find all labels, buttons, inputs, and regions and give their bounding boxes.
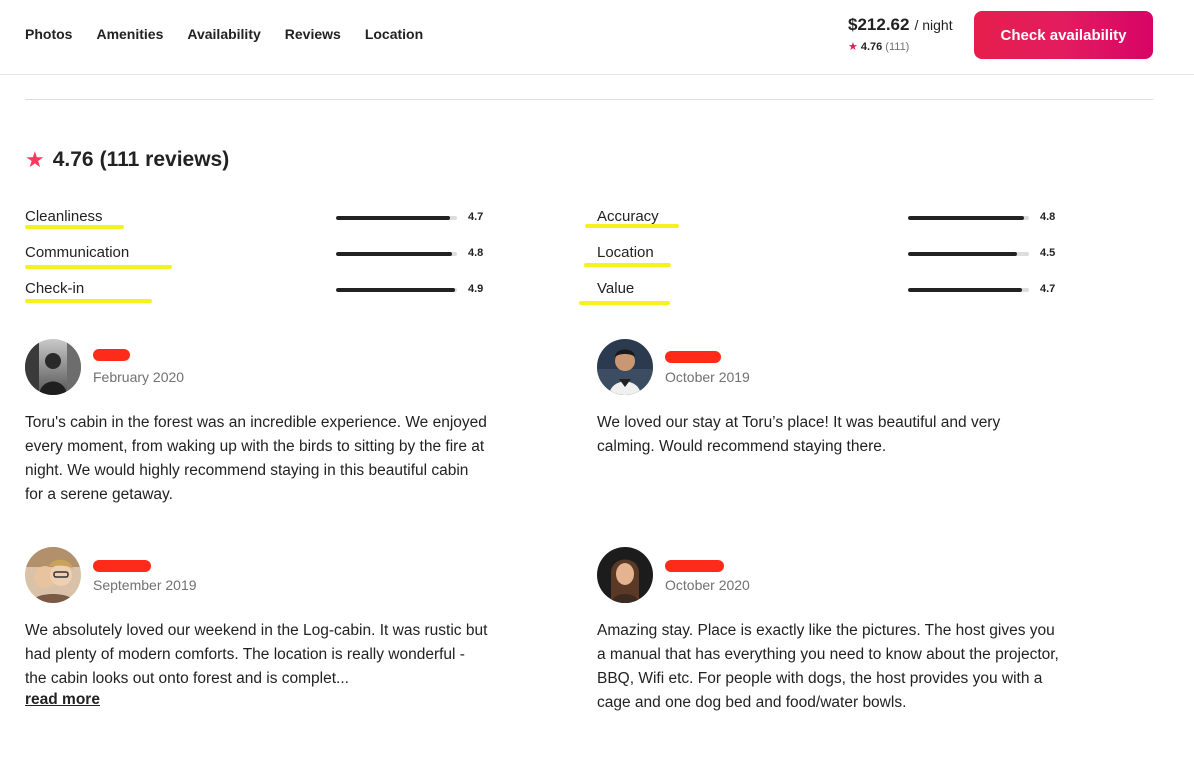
category-label: Communication bbox=[25, 244, 130, 261]
highlight-underline bbox=[585, 224, 679, 228]
rating-bar-fill bbox=[336, 288, 455, 292]
star-icon: ★ bbox=[25, 147, 45, 172]
category-score: 4.5 bbox=[1040, 247, 1056, 259]
review-card: February 2020 Toru's cabin in the forest… bbox=[25, 339, 490, 509]
highlight-underline bbox=[584, 263, 671, 267]
rating-accuracy: Accuracy 4.8 bbox=[585, 208, 1067, 230]
category-label: Accuracy bbox=[597, 208, 659, 225]
check-availability-button[interactable]: Check availability bbox=[974, 11, 1153, 59]
rating-cleanliness: Cleanliness 4.7 bbox=[25, 208, 495, 230]
nav-amenities[interactable]: Amenities bbox=[96, 26, 163, 42]
rating-bar-fill bbox=[336, 252, 453, 256]
review-text: Amazing stay. Place is exactly like the … bbox=[597, 622, 1059, 711]
rating-bar bbox=[908, 288, 1029, 292]
category-label: Value bbox=[597, 280, 635, 297]
rating-bar-fill bbox=[908, 288, 1022, 292]
review-date: September 2019 bbox=[93, 577, 197, 593]
category-label: Cleanliness bbox=[25, 208, 103, 225]
avatar[interactable] bbox=[25, 547, 81, 603]
redacted-reviewer-name bbox=[665, 560, 724, 572]
rating-value: Value 4.7 bbox=[579, 280, 1067, 305]
category-score: 4.9 bbox=[468, 283, 484, 295]
redacted-reviewer-name bbox=[665, 351, 721, 363]
highlight-underline bbox=[25, 265, 172, 269]
rating-bar-fill bbox=[908, 216, 1025, 220]
category-score: 4.8 bbox=[1040, 211, 1056, 223]
nightly-price: $212.62 bbox=[848, 15, 910, 34]
review-date: October 2019 bbox=[665, 369, 750, 385]
category-label: Check-in bbox=[25, 280, 85, 297]
rating-location: Location 4.5 bbox=[584, 244, 1067, 267]
overall-rating: ★ 4.76 (111 reviews) bbox=[25, 148, 229, 172]
rating-bar-fill bbox=[908, 252, 1017, 256]
category-score: 4.8 bbox=[468, 247, 484, 259]
avatar[interactable] bbox=[597, 547, 653, 603]
price-summary: $212.62 / night ★ 4.76 (111) bbox=[848, 15, 953, 53]
rating-check-in: Check-in 4.9 bbox=[25, 280, 495, 303]
category-score: 4.7 bbox=[468, 211, 484, 223]
review-text: We absolutely loved our weekend in the L… bbox=[25, 622, 488, 687]
highlight-underline bbox=[25, 225, 124, 229]
redacted-reviewer-name bbox=[93, 349, 130, 361]
header-review-count: (111) bbox=[885, 40, 910, 53]
header-rating-score: 4.76 bbox=[860, 40, 883, 53]
overall-review-count: (111 reviews) bbox=[99, 148, 230, 171]
header-rating[interactable]: ★ 4.76 (111) bbox=[848, 40, 953, 54]
rating-bar bbox=[336, 252, 457, 256]
review-card: October 2020 Amazing stay. Place is exac… bbox=[597, 547, 1062, 747]
nav-availability[interactable]: Availability bbox=[187, 26, 260, 42]
rating-communication: Communication 4.8 bbox=[25, 244, 495, 269]
highlight-underline bbox=[579, 301, 670, 305]
category-label: Location bbox=[597, 244, 654, 261]
listing-reviews-page: Photos Amenities Availability Reviews Lo… bbox=[0, 0, 1194, 768]
section-divider bbox=[25, 99, 1153, 100]
per-night-label: / night bbox=[914, 17, 953, 33]
overall-score: 4.76 bbox=[52, 148, 94, 171]
review-date: February 2020 bbox=[93, 369, 185, 385]
rating-bar bbox=[908, 252, 1029, 256]
review-text: Toru's cabin in the forest was an incred… bbox=[25, 414, 487, 503]
review-card: September 2019 We absolutely loved our w… bbox=[25, 547, 490, 717]
nav-location[interactable]: Location bbox=[365, 26, 423, 42]
avatar[interactable] bbox=[597, 339, 653, 395]
review-date: October 2020 bbox=[665, 577, 750, 593]
review-text: We loved our stay at Toru’s place! It wa… bbox=[597, 414, 1001, 455]
avatar[interactable] bbox=[25, 339, 81, 395]
rating-bar bbox=[336, 216, 457, 220]
redacted-reviewer-name bbox=[93, 560, 151, 572]
rating-bar bbox=[336, 288, 457, 292]
highlight-underline bbox=[25, 299, 152, 303]
nav-photos[interactable]: Photos bbox=[25, 26, 72, 42]
sticky-header: Photos Amenities Availability Reviews Lo… bbox=[0, 0, 1194, 75]
read-more-link[interactable]: read more bbox=[25, 691, 100, 709]
rating-bar-fill bbox=[336, 216, 450, 220]
nav-reviews[interactable]: Reviews bbox=[285, 26, 341, 42]
star-icon: ★ bbox=[848, 41, 858, 53]
section-nav: Photos Amenities Availability Reviews Lo… bbox=[25, 26, 447, 42]
category-score: 4.7 bbox=[1040, 283, 1056, 295]
review-card: October 2019 We loved our stay at Toru’s… bbox=[597, 339, 1062, 469]
rating-bar bbox=[908, 216, 1029, 220]
